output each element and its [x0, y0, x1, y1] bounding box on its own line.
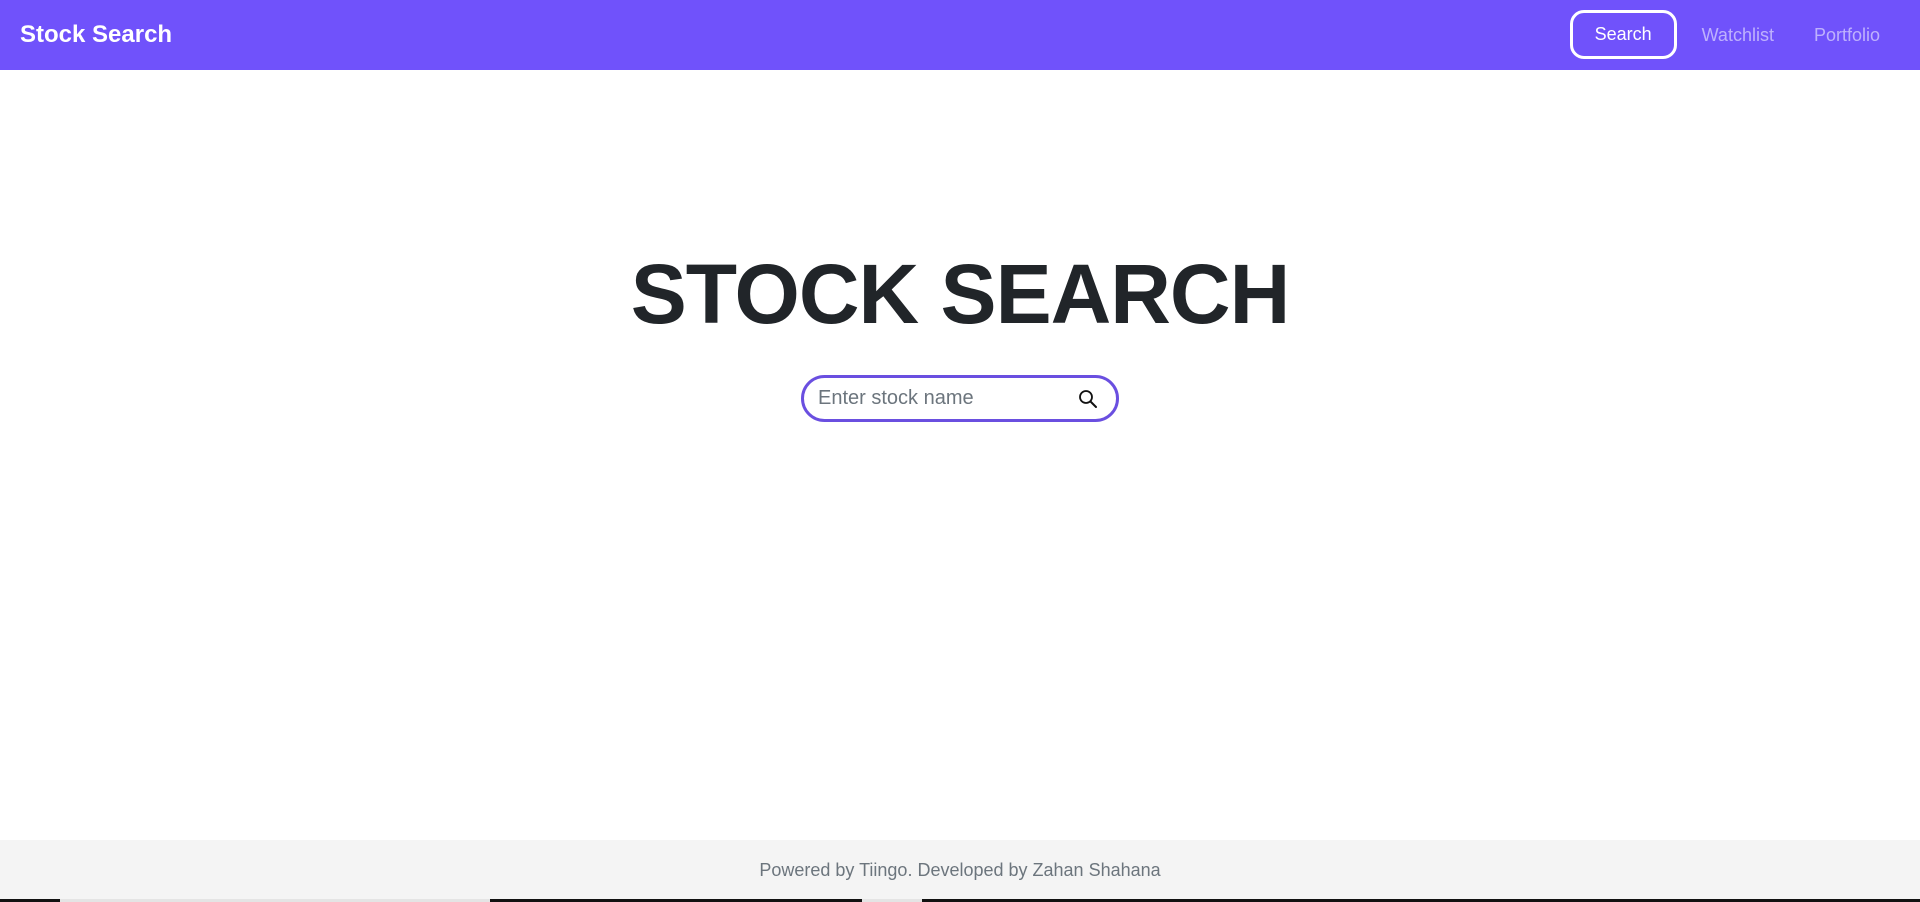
nav-portfolio-link[interactable]: Portfolio — [1794, 21, 1900, 49]
brand-title[interactable]: Stock Search — [20, 20, 172, 50]
search-box — [801, 375, 1119, 422]
search-input[interactable] — [818, 378, 1068, 419]
nav-links: Search Watchlist Portfolio — [1569, 10, 1900, 59]
footer-text: Powered by Tiingo. Developed by Zahan Sh… — [759, 860, 1161, 880]
nav-search-link[interactable]: Search — [1569, 10, 1677, 59]
nav-watchlist-link[interactable]: Watchlist — [1682, 21, 1794, 49]
footer: Powered by Tiingo. Developed by Zahan Sh… — [0, 840, 1920, 902]
search-icon[interactable] — [1078, 389, 1098, 409]
page-title: STOCK SEARCH — [630, 247, 1291, 341]
top-navbar: Stock Search Search Watchlist Portfolio — [0, 0, 1920, 70]
